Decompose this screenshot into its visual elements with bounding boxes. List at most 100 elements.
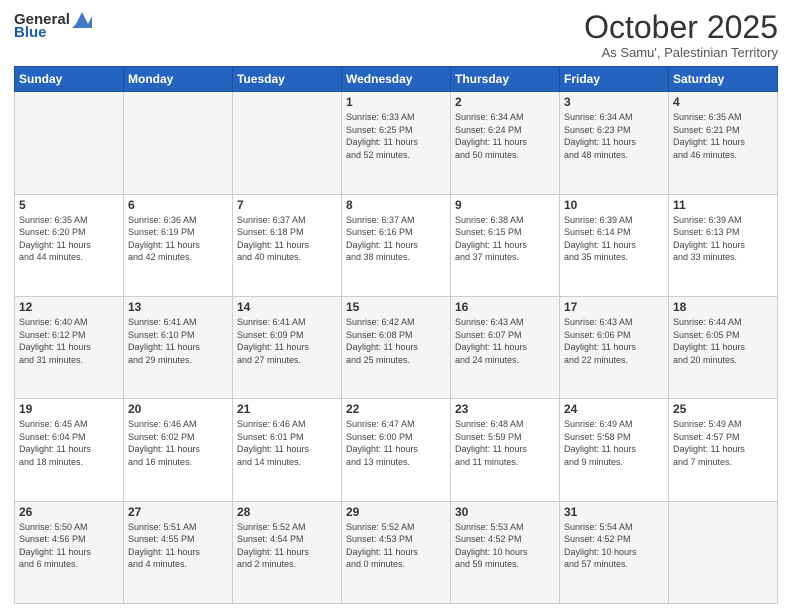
table-row: 12 Sunrise: 6:40 AM Sunset: 6:12 PM Dayli…: [15, 296, 124, 398]
day-number: 5: [19, 198, 119, 212]
table-row: 19 Sunrise: 6:45 AM Sunset: 6:04 PM Dayli…: [15, 399, 124, 501]
table-row: 15 Sunrise: 6:42 AM Sunset: 6:08 PM Dayli…: [342, 296, 451, 398]
day-number: 7: [237, 198, 337, 212]
table-row: [124, 92, 233, 194]
day-number: 9: [455, 198, 555, 212]
day-number: 17: [564, 300, 664, 314]
day-number: 11: [673, 198, 773, 212]
month-title: October 2025: [584, 10, 778, 45]
table-row: 20Sunrise: 6:46 AM Sunset: 6:02 PM Dayli…: [124, 399, 233, 501]
table-row: 28 Sunrise: 5:52 AM Sunset: 4:54 PM Dayli…: [233, 501, 342, 603]
calendar-table: Sunday Monday Tuesday Wednesday Thursday…: [14, 66, 778, 604]
day-number: 1: [346, 95, 446, 109]
header: General Blue October 2025 As Samu', Pale…: [14, 10, 778, 60]
logo-blue: Blue: [14, 24, 47, 41]
table-row: 5 Sunrise: 6:35 AM Sunset: 6:20 PM Daylig…: [15, 194, 124, 296]
location: As Samu', Palestinian Territory: [584, 45, 778, 60]
table-row: 1 Sunrise: 6:33 AM Sunset: 6:25 PM Daylig…: [342, 92, 451, 194]
day-number: 26: [19, 505, 119, 519]
logo: General Blue: [14, 10, 92, 41]
day-number: 15: [346, 300, 446, 314]
table-row: 16 Sunrise: 6:43 AM Sunset: 6:07 PM Dayli…: [451, 296, 560, 398]
day-info: Sunrise: 5:52 AM Sunset: 4:53 PM Dayligh…: [346, 521, 446, 571]
logo-icon: [72, 10, 92, 28]
day-info: Sunrise: 6:39 AM Sunset: 6:13 PM Dayligh…: [673, 214, 773, 264]
col-monday: Monday: [124, 67, 233, 92]
day-info: Sunrise: 5:51 AM Sunset: 4:55 PM Dayligh…: [128, 521, 228, 571]
day-info: Sunrise: 5:54 AM Sunset: 4:52 PM Dayligh…: [564, 521, 664, 571]
table-row: 25Sunrise: 5:49 AM Sunset: 4:57 PM Dayli…: [669, 399, 778, 501]
day-info: Sunrise: 6:42 AM Sunset: 6:08 PM Dayligh…: [346, 316, 446, 366]
day-number: 23: [455, 402, 555, 416]
day-number: 21: [237, 402, 337, 416]
day-info: Sunrise: 6:47 AM Sunset: 6:00 PM Dayligh…: [346, 418, 446, 468]
day-number: 31: [564, 505, 664, 519]
day-info: Sunrise: 5:49 AM Sunset: 4:57 PM Dayligh…: [673, 418, 773, 468]
day-info: Sunrise: 6:34 AM Sunset: 6:24 PM Dayligh…: [455, 111, 555, 161]
table-row: 31 Sunrise: 5:54 AM Sunset: 4:52 PM Dayli…: [560, 501, 669, 603]
day-info: Sunrise: 6:40 AM Sunset: 6:12 PM Dayligh…: [19, 316, 119, 366]
day-info: Sunrise: 6:48 AM Sunset: 5:59 PM Dayligh…: [455, 418, 555, 468]
day-number: 8: [346, 198, 446, 212]
table-row: 2 Sunrise: 6:34 AM Sunset: 6:24 PM Daylig…: [451, 92, 560, 194]
calendar-week-row: 12 Sunrise: 6:40 AM Sunset: 6:12 PM Dayli…: [15, 296, 778, 398]
table-row: 6 Sunrise: 6:36 AM Sunset: 6:19 PM Daylig…: [124, 194, 233, 296]
day-info: Sunrise: 6:34 AM Sunset: 6:23 PM Dayligh…: [564, 111, 664, 161]
table-row: 30 Sunrise: 5:53 AM Sunset: 4:52 PM Dayli…: [451, 501, 560, 603]
page: General Blue October 2025 As Samu', Pale…: [0, 0, 792, 612]
col-wednesday: Wednesday: [342, 67, 451, 92]
table-row: 9Sunrise: 6:38 AM Sunset: 6:15 PM Daylig…: [451, 194, 560, 296]
day-number: 30: [455, 505, 555, 519]
table-row: 24Sunrise: 6:49 AM Sunset: 5:58 PM Dayli…: [560, 399, 669, 501]
day-info: Sunrise: 5:50 AM Sunset: 4:56 PM Dayligh…: [19, 521, 119, 571]
table-row: 11 Sunrise: 6:39 AM Sunset: 6:13 PM Dayli…: [669, 194, 778, 296]
table-row: 14Sunrise: 6:41 AM Sunset: 6:09 PM Dayli…: [233, 296, 342, 398]
day-number: 2: [455, 95, 555, 109]
day-number: 10: [564, 198, 664, 212]
day-info: Sunrise: 5:53 AM Sunset: 4:52 PM Dayligh…: [455, 521, 555, 571]
table-row: 27 Sunrise: 5:51 AM Sunset: 4:55 PM Dayli…: [124, 501, 233, 603]
col-thursday: Thursday: [451, 67, 560, 92]
day-info: Sunrise: 6:49 AM Sunset: 5:58 PM Dayligh…: [564, 418, 664, 468]
day-number: 3: [564, 95, 664, 109]
table-row: 8 Sunrise: 6:37 AM Sunset: 6:16 PM Daylig…: [342, 194, 451, 296]
day-number: 12: [19, 300, 119, 314]
day-info: Sunrise: 6:35 AM Sunset: 6:20 PM Dayligh…: [19, 214, 119, 264]
calendar-week-row: 1 Sunrise: 6:33 AM Sunset: 6:25 PM Daylig…: [15, 92, 778, 194]
day-info: Sunrise: 6:35 AM Sunset: 6:21 PM Dayligh…: [673, 111, 773, 161]
day-info: Sunrise: 6:46 AM Sunset: 6:01 PM Dayligh…: [237, 418, 337, 468]
calendar-week-row: 19 Sunrise: 6:45 AM Sunset: 6:04 PM Dayli…: [15, 399, 778, 501]
day-number: 27: [128, 505, 228, 519]
col-saturday: Saturday: [669, 67, 778, 92]
day-number: 6: [128, 198, 228, 212]
day-info: Sunrise: 6:33 AM Sunset: 6:25 PM Dayligh…: [346, 111, 446, 161]
calendar-week-row: 5 Sunrise: 6:35 AM Sunset: 6:20 PM Daylig…: [15, 194, 778, 296]
day-info: Sunrise: 6:36 AM Sunset: 6:19 PM Dayligh…: [128, 214, 228, 264]
day-number: 14: [237, 300, 337, 314]
day-info: Sunrise: 6:37 AM Sunset: 6:18 PM Dayligh…: [237, 214, 337, 264]
day-info: Sunrise: 6:43 AM Sunset: 6:06 PM Dayligh…: [564, 316, 664, 366]
day-info: Sunrise: 5:52 AM Sunset: 4:54 PM Dayligh…: [237, 521, 337, 571]
day-number: 28: [237, 505, 337, 519]
table-row: 26 Sunrise: 5:50 AM Sunset: 4:56 PM Dayli…: [15, 501, 124, 603]
table-row: 13 Sunrise: 6:41 AM Sunset: 6:10 PM Dayli…: [124, 296, 233, 398]
col-friday: Friday: [560, 67, 669, 92]
day-info: Sunrise: 6:45 AM Sunset: 6:04 PM Dayligh…: [19, 418, 119, 468]
table-row: 4Sunrise: 6:35 AM Sunset: 6:21 PM Daylig…: [669, 92, 778, 194]
day-number: 22: [346, 402, 446, 416]
day-number: 19: [19, 402, 119, 416]
table-row: 18Sunrise: 6:44 AM Sunset: 6:05 PM Dayli…: [669, 296, 778, 398]
day-info: Sunrise: 6:41 AM Sunset: 6:10 PM Dayligh…: [128, 316, 228, 366]
table-row: 23 Sunrise: 6:48 AM Sunset: 5:59 PM Dayli…: [451, 399, 560, 501]
table-row: 7 Sunrise: 6:37 AM Sunset: 6:18 PM Daylig…: [233, 194, 342, 296]
day-info: Sunrise: 6:37 AM Sunset: 6:16 PM Dayligh…: [346, 214, 446, 264]
table-row: [15, 92, 124, 194]
table-row: 3 Sunrise: 6:34 AM Sunset: 6:23 PM Daylig…: [560, 92, 669, 194]
calendar-week-row: 26 Sunrise: 5:50 AM Sunset: 4:56 PM Dayli…: [15, 501, 778, 603]
day-number: 29: [346, 505, 446, 519]
day-number: 16: [455, 300, 555, 314]
col-tuesday: Tuesday: [233, 67, 342, 92]
day-number: 13: [128, 300, 228, 314]
day-info: Sunrise: 6:43 AM Sunset: 6:07 PM Dayligh…: [455, 316, 555, 366]
table-row: [669, 501, 778, 603]
